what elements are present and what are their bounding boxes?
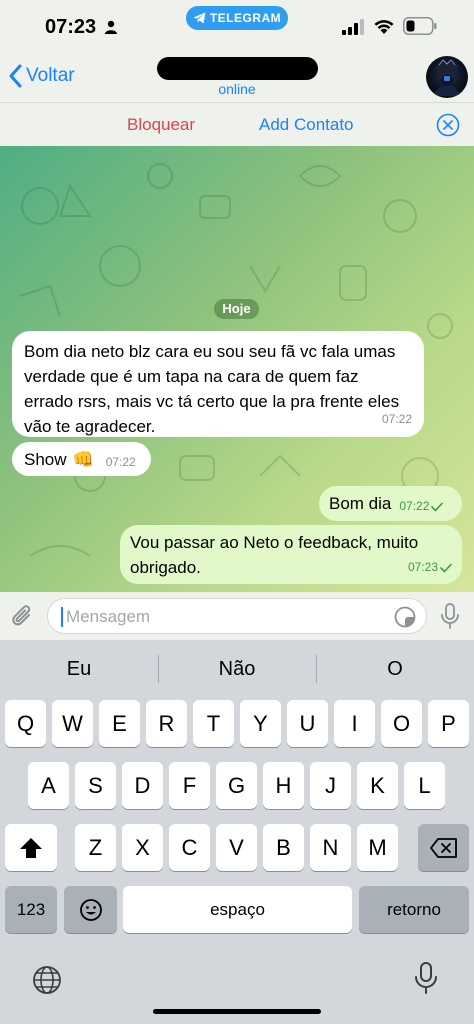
- attachment-icon[interactable]: [10, 604, 36, 630]
- key-u[interactable]: U: [287, 700, 328, 747]
- status-bar: 07:23 TELEGRAM: [0, 0, 474, 54]
- date-separator: Hoje: [214, 299, 259, 319]
- key-s[interactable]: S: [75, 762, 116, 809]
- read-check-icon: [440, 563, 452, 573]
- contact-action-bar: Bloquear Add Contato: [0, 102, 474, 146]
- chat-header: Voltar online: [0, 54, 474, 102]
- outgoing-message-bubble[interactable]: Vou passar ao Neto o feedback, muito obr…: [120, 525, 462, 584]
- key-o[interactable]: O: [381, 700, 422, 747]
- key-f[interactable]: F: [169, 762, 210, 809]
- globe-icon[interactable]: [32, 965, 62, 995]
- key-i[interactable]: I: [334, 700, 375, 747]
- key-n[interactable]: N: [310, 824, 351, 871]
- status-time: 07:23: [45, 16, 97, 38]
- key-z[interactable]: Z: [75, 824, 116, 871]
- suggestion-3[interactable]: O: [316, 640, 474, 698]
- person-icon: [105, 20, 117, 34]
- key-h[interactable]: H: [263, 762, 304, 809]
- key-m[interactable]: M: [357, 824, 398, 871]
- space-key[interactable]: espaço: [123, 886, 352, 933]
- contact-status: online: [218, 81, 256, 97]
- block-button[interactable]: Bloquear: [127, 115, 195, 135]
- key-k[interactable]: K: [357, 762, 398, 809]
- message-input-placeholder: Mensagem: [66, 607, 151, 626]
- message-text: Show: [24, 449, 67, 469]
- avatar[interactable]: [426, 56, 468, 98]
- wifi-icon: [374, 20, 394, 34]
- key-c[interactable]: C: [169, 824, 210, 871]
- message-composer: Mensagem: [0, 592, 474, 640]
- telegram-pill[interactable]: TELEGRAM: [186, 6, 288, 30]
- key-d[interactable]: D: [122, 762, 163, 809]
- suggestion-2[interactable]: Não: [158, 640, 316, 698]
- microphone-icon[interactable]: [440, 602, 460, 630]
- key-l[interactable]: L: [404, 762, 445, 809]
- numbers-key[interactable]: 123: [5, 886, 57, 933]
- key-r[interactable]: R: [146, 700, 187, 747]
- key-g[interactable]: G: [216, 762, 257, 809]
- shift-icon: [20, 837, 42, 858]
- key-p[interactable]: P: [428, 700, 469, 747]
- chat-area[interactable]: Hoje Bom dia neto blz cara eu sou seu fã…: [0, 146, 474, 592]
- message-text: Bom dia: [329, 494, 392, 513]
- message-input[interactable]: Mensagem: [47, 598, 427, 634]
- key-w[interactable]: W: [52, 700, 93, 747]
- backspace-key[interactable]: [418, 824, 469, 871]
- suggestion-1[interactable]: Eu: [0, 640, 158, 698]
- message-time: 07:22: [381, 412, 412, 426]
- emoji-icon: [79, 898, 102, 921]
- key-v[interactable]: V: [216, 824, 257, 871]
- key-y[interactable]: Y: [240, 700, 281, 747]
- key-b[interactable]: B: [263, 824, 304, 871]
- fist-emoji: 👊: [72, 449, 94, 469]
- telegram-pill-label: TELEGRAM: [209, 11, 282, 25]
- message-time: 07:22: [399, 499, 430, 513]
- message-time: 07:23: [407, 560, 438, 574]
- contact-name-redacted[interactable]: [157, 57, 318, 80]
- keyboard: Eu Não O Q W E R T Y U I O P A S D F G H…: [0, 640, 474, 1024]
- shift-key[interactable]: [5, 824, 57, 871]
- backspace-icon: [429, 837, 457, 858]
- key-t[interactable]: T: [193, 700, 234, 747]
- emoji-key[interactable]: [64, 886, 117, 933]
- key-a[interactable]: A: [28, 762, 69, 809]
- home-indicator[interactable]: [153, 1009, 321, 1014]
- key-e[interactable]: E: [99, 700, 140, 747]
- incoming-message-bubble[interactable]: Bom dia neto blz cara eu sou seu fã vc f…: [12, 331, 424, 437]
- message-text: Bom dia neto blz cara eu sou seu fã vc f…: [24, 342, 400, 436]
- add-contact-button[interactable]: Add Contato: [259, 115, 354, 135]
- read-check-icon: [431, 502, 444, 512]
- message-time: 07:22: [105, 454, 136, 469]
- text-caret: [61, 607, 63, 627]
- incoming-message-bubble[interactable]: Show 👊 07:22: [12, 442, 151, 476]
- outgoing-message-bubble[interactable]: Bom dia 07:22: [319, 486, 462, 521]
- return-key[interactable]: retorno: [359, 886, 469, 933]
- key-j[interactable]: J: [310, 762, 351, 809]
- key-x[interactable]: X: [122, 824, 163, 871]
- close-icon[interactable]: [436, 113, 460, 137]
- key-q[interactable]: Q: [5, 700, 46, 747]
- dictation-microphone-icon[interactable]: [414, 961, 438, 995]
- cellular-signal-icon: [342, 19, 364, 35]
- sticker-icon[interactable]: [394, 606, 416, 628]
- avatar-image: [432, 59, 462, 96]
- telegram-icon: [193, 12, 206, 24]
- message-text: Vou passar ao Neto o feedback, muito obr…: [130, 533, 419, 577]
- battery-icon: [403, 17, 437, 35]
